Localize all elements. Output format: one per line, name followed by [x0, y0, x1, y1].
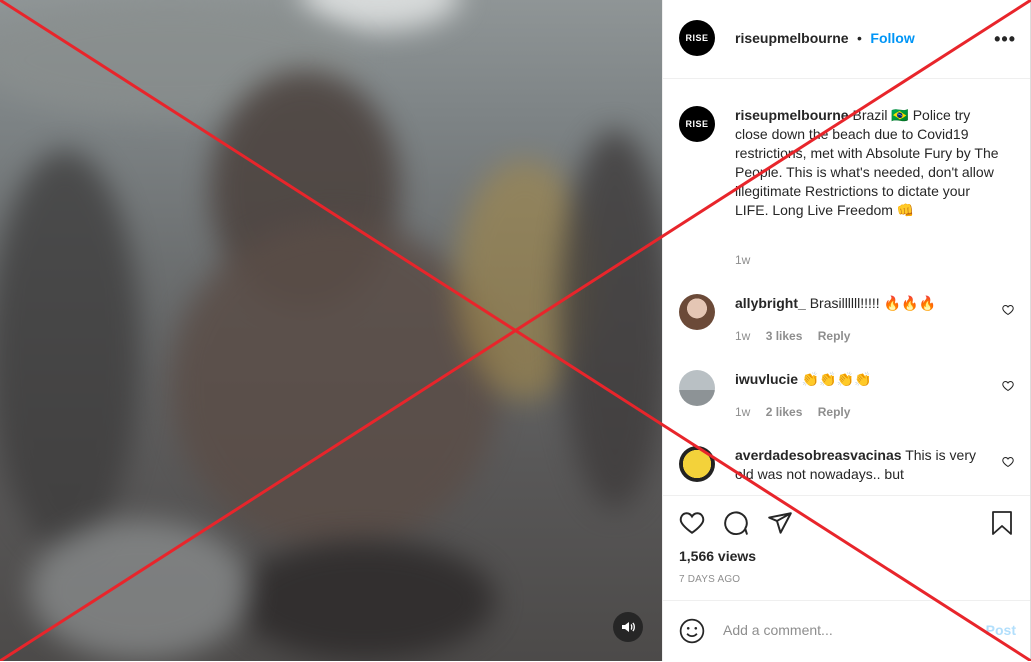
reply-button[interactable]: Reply — [818, 329, 851, 343]
speaker-icon — [622, 622, 635, 632]
caption-time[interactable]: 1w — [735, 253, 750, 267]
emoji-icon[interactable] — [679, 618, 705, 644]
save-bookmark-icon[interactable] — [990, 510, 1014, 536]
separator-dot: • — [857, 30, 862, 46]
mute-button[interactable] — [613, 612, 643, 642]
instagram-post-window: RISE riseupmelbourne • Follow ••• RISE r… — [0, 0, 1031, 661]
comment-body: 👏👏👏👏 — [801, 371, 872, 387]
caption-username[interactable]: riseupmelbourne — [735, 107, 849, 123]
commenter-avatar[interactable] — [679, 294, 715, 330]
post-video[interactable] — [0, 0, 662, 661]
like-comment-heart-icon[interactable] — [1002, 456, 1014, 468]
caption-avatar[interactable]: RISE — [679, 106, 715, 142]
comment-meta: 1w 2 likes Reply — [735, 405, 862, 419]
like-heart-icon[interactable] — [679, 510, 705, 536]
comment-username[interactable]: averdadesobreasvacinas — [735, 447, 902, 463]
comment-body: Brasillllll!!!!! 🔥🔥🔥 — [809, 295, 936, 311]
comment-time[interactable]: 1w — [735, 405, 750, 419]
post-comment-button[interactable]: Post — [986, 622, 1016, 638]
comments-list: RISE riseupmelbourne Brazil 🇧🇷 Police tr… — [663, 79, 1030, 495]
author-avatar[interactable]: RISE — [679, 20, 715, 56]
person-back — [170, 220, 500, 550]
comment-text: allybright_ Brasillllll!!!!! 🔥🔥🔥 — [735, 294, 995, 313]
comment-input[interactable]: Add a comment... — [723, 622, 833, 638]
comment-text: averdadesobreasvacinas This is very old … — [735, 446, 995, 484]
author-username[interactable]: riseupmelbourne — [735, 30, 849, 46]
comment-time[interactable]: 1w — [735, 329, 750, 343]
post-date[interactable]: 7 DAYS AGO — [679, 574, 740, 585]
view-count[interactable]: 1,566 views — [679, 548, 756, 564]
comment-text: iwuvlucie 👏👏👏👏 — [735, 370, 995, 389]
comment-likes[interactable]: 2 likes — [766, 405, 803, 419]
commenter-avatar[interactable] — [679, 446, 715, 482]
sand-foreground — [30, 520, 250, 660]
caption-meta: 1w — [735, 253, 762, 267]
post-side-panel: RISE riseupmelbourne • Follow ••• RISE r… — [662, 0, 1031, 661]
commenter-avatar[interactable] — [679, 370, 715, 406]
caption-text: riseupmelbourne Brazil 🇧🇷 Police try clo… — [735, 106, 1005, 220]
post-header: RISE riseupmelbourne • Follow ••• — [663, 0, 1030, 79]
caption-body: Brazil 🇧🇷 Police try close down the beac… — [735, 107, 999, 218]
reply-button[interactable]: Reply — [818, 405, 851, 419]
more-options-icon[interactable]: ••• — [994, 29, 1016, 50]
like-comment-heart-icon[interactable] — [1002, 380, 1014, 392]
avatar-logo-text: RISE — [685, 119, 709, 129]
comment-composer: Add a comment... Post — [663, 600, 1030, 662]
left-figures — [0, 150, 140, 550]
share-send-icon[interactable] — [767, 510, 793, 536]
comment-meta: 1w 3 likes Reply — [735, 329, 862, 343]
comment-username[interactable]: allybright_ — [735, 295, 806, 311]
follow-button[interactable]: Follow — [870, 30, 914, 46]
comment-username[interactable]: iwuvlucie — [735, 371, 798, 387]
like-comment-heart-icon[interactable] — [1002, 304, 1014, 316]
header-user-line: riseupmelbourne • Follow — [735, 30, 915, 48]
comment-bubble-icon[interactable] — [723, 510, 749, 536]
post-actions: 1,566 views 7 DAYS AGO — [663, 495, 1030, 600]
comment-likes[interactable]: 3 likes — [766, 329, 803, 343]
avatar-logo-text: RISE — [685, 33, 709, 43]
right-figure — [560, 130, 662, 510]
person-shorts — [235, 540, 495, 660]
